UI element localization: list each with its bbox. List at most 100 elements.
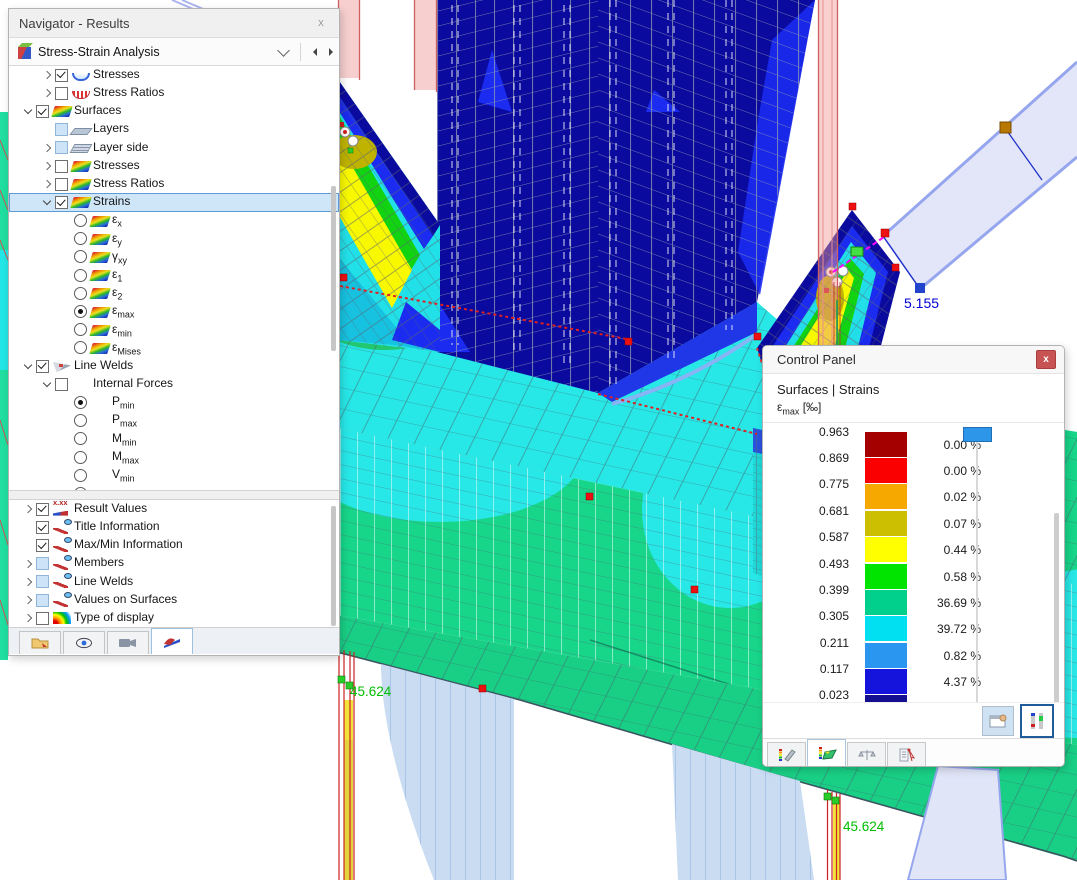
expander-icon[interactable] (59, 469, 74, 481)
expander-icon[interactable] (21, 612, 36, 624)
expander-icon[interactable] (21, 521, 36, 533)
tree-item-toggle[interactable] (36, 575, 53, 588)
tab-color-scale-edit[interactable] (767, 742, 806, 766)
tree-item[interactable]: Mmax (9, 448, 339, 466)
tree-item[interactable]: Surfaces (9, 102, 339, 120)
tree-item-toggle[interactable] (55, 378, 72, 391)
legend-color-band[interactable] (865, 458, 907, 484)
tree-item-toggle[interactable] (74, 451, 91, 464)
expander-icon[interactable] (21, 558, 36, 570)
expander-icon[interactable] (59, 233, 74, 245)
tree-item[interactable]: εmin (9, 321, 339, 339)
scale-slider-handle[interactable] (963, 427, 992, 442)
tree-item-toggle[interactable] (36, 503, 53, 516)
tree-item-toggle[interactable] (55, 87, 72, 100)
expander-icon[interactable] (59, 324, 74, 336)
chevron-down-icon[interactable] (277, 44, 290, 57)
tree-item[interactable]: Strains (9, 193, 339, 211)
analysis-dropdown[interactable]: Stress-Strain Analysis (9, 38, 339, 66)
scale-slider-track[interactable] (976, 437, 978, 709)
tree-item[interactable]: Max/Min Information (9, 536, 339, 554)
double-scale-button[interactable] (1020, 704, 1054, 738)
legend-color-band[interactable] (865, 616, 907, 642)
lower-tree-scrollbar[interactable] (331, 506, 336, 626)
expander-icon[interactable] (59, 342, 74, 354)
expander-icon[interactable] (40, 124, 55, 136)
legend-color-band[interactable] (865, 643, 907, 669)
tab-display[interactable] (63, 631, 105, 654)
expander-icon[interactable] (21, 360, 36, 372)
tree-item[interactable]: Pmax (9, 412, 339, 430)
expander-icon[interactable] (21, 503, 36, 515)
tree-item-toggle[interactable] (36, 539, 53, 552)
tree-item-toggle[interactable] (36, 612, 53, 625)
tree-item[interactable]: ε2 (9, 284, 339, 302)
expander-icon[interactable] (40, 196, 55, 208)
tree-item[interactable]: Vmin (9, 466, 339, 484)
tab-views[interactable] (107, 631, 149, 654)
expander-icon[interactable] (59, 306, 74, 318)
expander-icon[interactable] (59, 415, 74, 427)
tree-item[interactable]: Stress Ratios (9, 84, 339, 102)
tree-item-toggle[interactable] (74, 414, 91, 427)
expander-icon[interactable] (40, 160, 55, 172)
expander-icon[interactable] (40, 69, 55, 81)
expander-icon[interactable] (59, 433, 74, 445)
tab-color-scale-surfaces[interactable] (807, 739, 846, 766)
expander-icon[interactable] (40, 178, 55, 190)
tree-item-toggle[interactable] (74, 305, 91, 318)
tree-item[interactable]: Mmin (9, 430, 339, 448)
tree-item[interactable]: γxy (9, 248, 339, 266)
tree-item[interactable]: Layer side (9, 139, 339, 157)
tree-item[interactable]: Stresses (9, 66, 339, 84)
tree-item[interactable]: Pmin (9, 393, 339, 411)
expander-icon[interactable] (21, 539, 36, 551)
tab-results[interactable] (151, 628, 193, 654)
expander-icon[interactable] (40, 87, 55, 99)
tree-item-toggle[interactable] (36, 521, 53, 534)
tree-item-toggle[interactable] (36, 557, 53, 570)
expander-icon[interactable] (40, 142, 55, 154)
tree-item[interactable]: εx (9, 212, 339, 230)
prev-arrow-icon[interactable] (313, 48, 317, 56)
tree-item[interactable]: Values on Surfaces (9, 591, 339, 609)
legend-color-band[interactable] (865, 511, 907, 537)
legend-color-band[interactable] (865, 564, 907, 590)
tree-item[interactable]: ε1 (9, 266, 339, 284)
tab-result-pointer[interactable] (887, 742, 926, 766)
legend-color-band[interactable] (865, 669, 907, 695)
next-arrow-icon[interactable] (329, 48, 333, 56)
tree-item[interactable]: Stress Ratios (9, 175, 339, 193)
panel-scrollbar[interactable] (1054, 513, 1059, 723)
expander-icon[interactable] (59, 215, 74, 227)
tree-item[interactable]: Stresses (9, 157, 339, 175)
tab-comparison-scales[interactable] (847, 742, 886, 766)
tree-item[interactable]: εMises (9, 339, 339, 357)
expander-icon[interactable] (40, 378, 55, 390)
tree-item-toggle[interactable] (36, 594, 53, 607)
control-panel-close-icon[interactable]: x (1036, 350, 1056, 369)
tree-item[interactable]: εmax (9, 302, 339, 320)
expander-icon[interactable] (59, 269, 74, 281)
tree-item[interactable]: Result Values (9, 500, 339, 518)
tree-item[interactable] (9, 484, 339, 490)
expander-icon[interactable] (21, 576, 36, 588)
tree-item-toggle[interactable] (74, 214, 91, 227)
tree-item[interactable]: Layers (9, 121, 339, 139)
expander-icon[interactable] (59, 287, 74, 299)
control-panel-titlebar[interactable]: Control Panel x (763, 346, 1064, 374)
expander-icon[interactable] (59, 251, 74, 263)
expander-icon[interactable] (59, 487, 74, 490)
tree-scrollbar[interactable] (331, 186, 336, 351)
tree-item[interactable]: Type of display (9, 609, 339, 627)
expander-icon[interactable] (59, 396, 74, 408)
tree-item-toggle[interactable] (74, 487, 91, 490)
tree-item-toggle[interactable] (74, 323, 91, 336)
tree-item[interactable]: εy (9, 230, 339, 248)
tree-item-toggle[interactable] (36, 360, 53, 373)
tree-item[interactable]: Title Information (9, 518, 339, 536)
tree-item[interactable]: Line Welds (9, 357, 339, 375)
expander-icon[interactable] (59, 451, 74, 463)
tree-item[interactable]: Line Welds (9, 573, 339, 591)
tree-item-toggle[interactable] (74, 396, 91, 409)
